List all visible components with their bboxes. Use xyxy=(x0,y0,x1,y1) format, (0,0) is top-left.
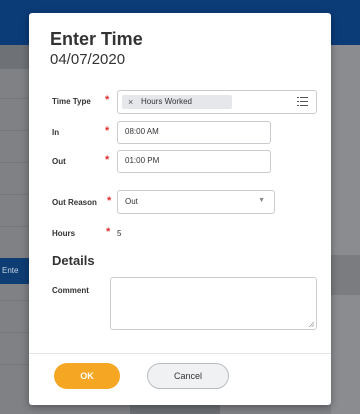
dialog-title: Enter Time xyxy=(50,29,143,49)
time-type-field[interactable]: × Hours Worked xyxy=(117,90,317,114)
resize-grip-icon[interactable] xyxy=(308,321,314,327)
details-heading: Details xyxy=(52,253,95,268)
enter-time-dialog: Enter Time 04/07/2020 Time Type * × Hour… xyxy=(29,13,331,405)
time-type-pill: × Hours Worked xyxy=(122,95,232,109)
in-label: In xyxy=(52,128,60,137)
in-time-input[interactable]: 08:00 AM xyxy=(117,121,271,144)
out-reason-select[interactable]: Out ▼ xyxy=(117,190,275,214)
required-marker: * xyxy=(107,195,112,207)
required-marker: * xyxy=(105,125,110,137)
required-marker: * xyxy=(106,226,111,238)
out-reason-value: Out xyxy=(125,197,138,206)
out-time-value: 01:00 PM xyxy=(125,156,160,165)
in-time-value: 08:00 AM xyxy=(125,127,159,136)
list-icon[interactable] xyxy=(297,97,308,107)
dialog-date: 04/07/2020 xyxy=(50,51,126,68)
out-time-input[interactable]: 01:00 PM xyxy=(117,150,271,173)
bg-right-column xyxy=(331,45,360,414)
comment-label: Comment xyxy=(52,286,89,295)
out-label: Out xyxy=(52,157,66,166)
hours-value: 5 xyxy=(117,229,122,238)
chevron-down-icon: ▼ xyxy=(258,197,265,204)
cancel-button[interactable]: Cancel xyxy=(147,363,229,389)
required-marker: * xyxy=(105,94,110,106)
out-reason-label: Out Reason xyxy=(52,198,97,207)
x-icon[interactable]: × xyxy=(128,95,133,109)
bg-enter-time-tab: Ente xyxy=(0,258,32,284)
footer-divider xyxy=(29,353,331,354)
time-type-value: Hours Worked xyxy=(141,97,192,106)
bg-right-band xyxy=(331,255,360,295)
time-type-label: Time Type xyxy=(52,97,91,106)
comment-textarea[interactable] xyxy=(110,277,317,330)
required-marker: * xyxy=(105,154,110,166)
ok-button[interactable]: OK xyxy=(54,363,120,389)
hours-label: Hours xyxy=(52,229,76,238)
